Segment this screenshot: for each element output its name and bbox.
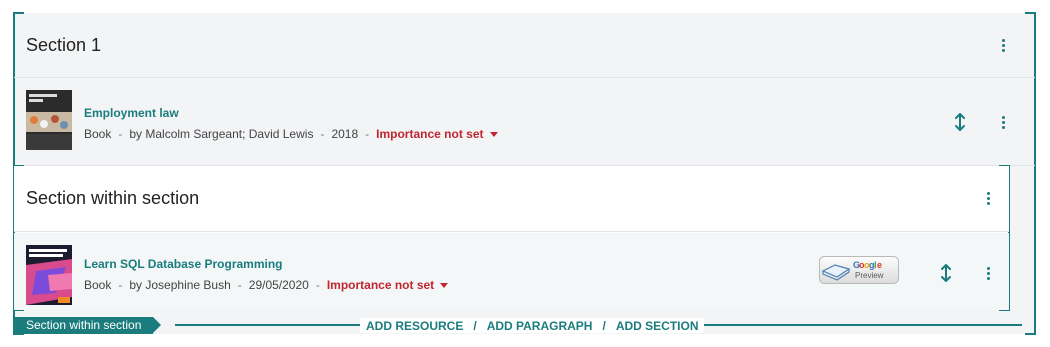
separator: - <box>237 278 242 292</box>
google-preview-button[interactable]: G o o g l e Preview <box>819 256 899 284</box>
resource-title-link[interactable]: Employment law <box>84 106 179 120</box>
resource-authors: by Malcolm Sargeant; David Lewis <box>129 127 314 141</box>
book-cover-image <box>26 90 72 150</box>
book-cover-image <box>26 245 72 305</box>
add-resource-link[interactable]: ADD RESOURCE <box>366 319 463 333</box>
subsection-title[interactable]: Section within section <box>26 188 199 209</box>
resource-menu-kebab-icon[interactable] <box>978 263 998 283</box>
add-paragraph-link[interactable]: ADD PARAGRAPH <box>487 319 593 333</box>
resource-meta: Book - by Malcolm Sargeant; David Lewis -20… <box>84 127 498 141</box>
resource-meta: Book - by Josephine Bush -29/05/2020- Import… <box>84 278 449 292</box>
separator: / <box>602 318 606 333</box>
importance-label: Importance not set <box>326 278 435 292</box>
importance-label: Importance not set <box>376 127 484 141</box>
move-vertical-icon[interactable] <box>938 263 954 283</box>
resource-date: 29/05/2020 <box>248 278 309 292</box>
svg-text:Preview: Preview <box>855 271 884 280</box>
section-title[interactable]: Section 1 <box>26 35 101 56</box>
svg-text:e: e <box>877 260 882 270</box>
add-section-link[interactable]: ADD SECTION <box>616 319 699 333</box>
subsection-tag: Section within section <box>14 317 162 334</box>
separator: - <box>320 127 325 141</box>
add-actions: ADD RESOURCE / ADD PARAGRAPH / ADD SECTI… <box>360 318 705 333</box>
section-header: Section 1 <box>14 13 1035 78</box>
separator: - <box>118 127 123 141</box>
move-vertical-icon[interactable] <box>952 112 968 132</box>
resource-menu-kebab-icon[interactable] <box>993 112 1013 132</box>
subsection: Section within section Learn SQL Databas… <box>13 165 1010 311</box>
separator: - <box>315 278 320 292</box>
caret-down-icon <box>440 283 449 289</box>
resource-year: 2018 <box>331 127 359 141</box>
resource-item: Learn SQL Database Programming Book - by J… <box>14 233 1009 310</box>
resource-authors: by Josephine Bush <box>129 278 231 292</box>
subsection-header: Section within section <box>14 166 1009 232</box>
section-menu-kebab-icon[interactable] <box>993 35 1013 55</box>
separator: / <box>473 318 477 333</box>
resource-item: Employment law Book - by Malcolm Sargeant;… <box>14 79 1035 166</box>
importance-dropdown[interactable]: Importance not set <box>326 278 449 292</box>
resource-type: Book <box>84 278 112 292</box>
caret-down-icon <box>489 132 498 138</box>
separator: - <box>365 127 370 141</box>
subsection-menu-kebab-icon[interactable] <box>978 188 998 208</box>
importance-dropdown[interactable]: Importance not set <box>376 127 498 141</box>
resource-title-link[interactable]: Learn SQL Database Programming <box>84 257 283 271</box>
separator: - <box>118 278 123 292</box>
resource-type: Book <box>84 127 112 141</box>
